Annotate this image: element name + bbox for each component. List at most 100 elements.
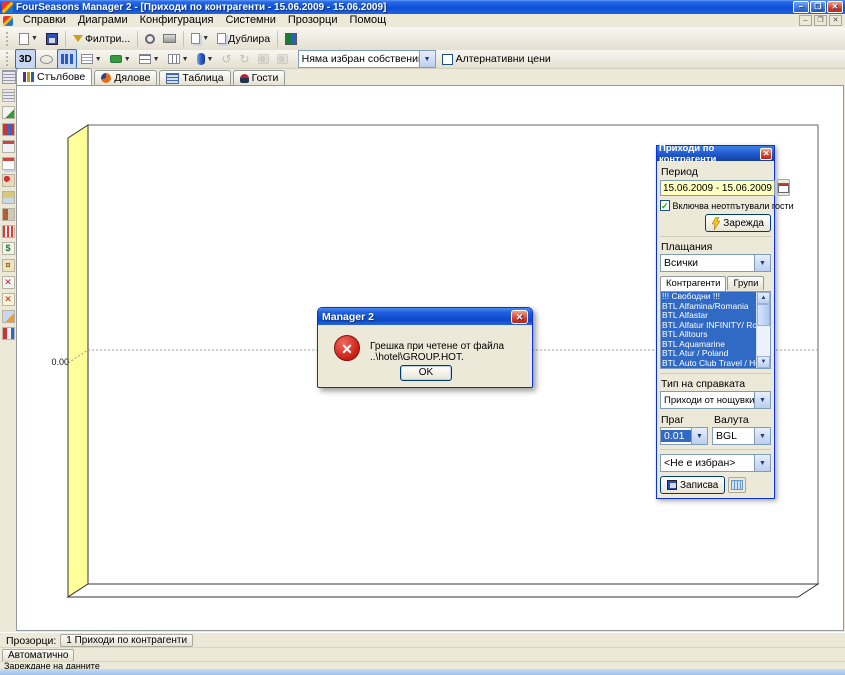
- menu-diagrami[interactable]: Диаграми: [72, 14, 134, 27]
- series-style-button[interactable]: ▼: [193, 49, 218, 69]
- automatic-button[interactable]: Автоматично: [2, 649, 74, 662]
- list-item[interactable]: BTL Alltours: [661, 330, 756, 340]
- 3d-toggle-button[interactable]: 3D: [15, 49, 36, 69]
- menu-sistemni[interactable]: Системни: [219, 14, 281, 27]
- calendar-button[interactable]: [777, 179, 790, 196]
- divider: [660, 373, 771, 374]
- folders-icon[interactable]: [2, 191, 15, 204]
- panel-title: Приходи по контрагенти: [659, 143, 760, 165]
- scrollbar-thumb[interactable]: [757, 304, 770, 326]
- contragents-listbox[interactable]: !!! Свободни !!! BTL Alfamina/Romania BT…: [660, 291, 771, 369]
- include-guests-checkbox[interactable]: ✓: [660, 200, 670, 211]
- tab-guests[interactable]: Гости: [233, 70, 286, 85]
- restore-button[interactable]: ❐: [810, 1, 826, 13]
- currency-combobox[interactable]: BGL ▼: [712, 427, 771, 445]
- depth-forward-button[interactable]: [273, 49, 292, 69]
- guests-icon[interactable]: [2, 174, 15, 187]
- save-icon: [46, 33, 58, 45]
- report-windows-icon[interactable]: [2, 89, 15, 102]
- menu-spravki[interactable]: Справки: [17, 14, 72, 27]
- guest-chart-icon[interactable]: [2, 327, 15, 340]
- calendar-copy-icon[interactable]: [2, 157, 15, 170]
- tab-bars[interactable]: Стълбове: [16, 68, 92, 85]
- export-report-icon[interactable]: [2, 106, 15, 119]
- transfer-icon[interactable]: [2, 310, 15, 323]
- list-item[interactable]: !!! Свободни !!!: [661, 292, 756, 302]
- chart-report-icon[interactable]: [2, 123, 15, 136]
- open-window-button[interactable]: 1 Приходи по контрагенти: [60, 634, 193, 647]
- payments-icon[interactable]: ¤: [2, 259, 15, 272]
- callout-icon: [40, 55, 53, 64]
- tab-table[interactable]: Таблица: [159, 70, 230, 85]
- occupancy-grid-icon[interactable]: [2, 225, 15, 238]
- chart-type-button[interactable]: [57, 49, 77, 69]
- cancel-services-icon[interactable]: ✕: [2, 293, 15, 306]
- export-excel-button[interactable]: [281, 29, 301, 49]
- list-item[interactable]: BTL Alfastar: [661, 311, 756, 321]
- dialog-title-bar[interactable]: Manager 2 ✕: [318, 308, 532, 325]
- load-button[interactable]: Зарежда: [705, 214, 771, 232]
- depth-back-button[interactable]: [254, 49, 273, 69]
- chevron-down-icon: ▼: [754, 455, 770, 471]
- rotate-ccw-button[interactable]: ↺: [217, 49, 235, 69]
- alt-prices-checkbox[interactable]: [442, 54, 453, 65]
- scroll-up-icon[interactable]: ▲: [757, 292, 770, 304]
- owners-combobox[interactable]: Няма избран собственици ▼: [298, 50, 436, 68]
- saved-selection-combobox[interactable]: <Не е избран> ▼: [660, 454, 771, 472]
- hotel-icon[interactable]: [2, 208, 15, 221]
- tab-shares[interactable]: Дялове: [94, 70, 157, 85]
- copy-button[interactable]: ▼: [187, 29, 213, 49]
- filters-button[interactable]: Филтри...: [69, 29, 134, 49]
- list-item[interactable]: BTL Auto Club Travel / Hunga: [661, 359, 756, 369]
- save-button[interactable]: [42, 29, 62, 49]
- menu-pomosht[interactable]: Помощ: [343, 14, 392, 27]
- guest-icon: [240, 74, 249, 83]
- tab-contragents[interactable]: Контрагенти: [660, 276, 726, 291]
- callout-button[interactable]: [36, 49, 57, 69]
- progress-strip: [0, 669, 845, 675]
- mdi-minimize-button[interactable]: –: [799, 15, 812, 26]
- report-type-combobox[interactable]: Приходи от нощувки ▼: [660, 391, 771, 409]
- horizontal-grid-button[interactable]: ▼: [135, 49, 164, 69]
- labels-button[interactable]: ▼: [106, 49, 135, 69]
- save-selection-button[interactable]: Записва: [660, 476, 725, 494]
- calendar-icon[interactable]: [2, 140, 15, 153]
- legend-button[interactable]: ▼: [77, 49, 106, 69]
- scroll-down-icon[interactable]: ▼: [757, 356, 770, 368]
- magnifier-icon: [145, 34, 155, 44]
- dialog-close-button[interactable]: ✕: [511, 310, 528, 324]
- cancel-bookings-icon[interactable]: ✕: [2, 276, 15, 289]
- chevron-down-icon: ▼: [153, 56, 160, 63]
- minimize-button[interactable]: –: [793, 1, 809, 13]
- alt-prices-option[interactable]: Алтернативни цени: [442, 53, 551, 65]
- menu-prozorci[interactable]: Прозорци: [282, 14, 344, 27]
- excel-icon: [285, 33, 297, 45]
- print-preview-button[interactable]: [141, 29, 159, 49]
- tab-groups[interactable]: Групи: [727, 276, 764, 290]
- selection-grid-button[interactable]: [728, 477, 746, 493]
- new-report-button[interactable]: ▼: [15, 29, 42, 49]
- ok-button[interactable]: OK: [400, 365, 452, 381]
- panel-title-bar[interactable]: Приходи по контрагенти ✕: [657, 146, 774, 161]
- print-button[interactable]: [159, 29, 180, 49]
- mdi-close-button[interactable]: ✕: [829, 15, 842, 26]
- mdi-restore-button[interactable]: ❐: [814, 15, 827, 26]
- menu-konfiguracia[interactable]: Конфигурация: [134, 14, 220, 27]
- list-item[interactable]: BTL Atur / Poland: [661, 349, 756, 359]
- panel-close-button[interactable]: ✕: [760, 148, 772, 160]
- chevron-down-icon: ▼: [202, 35, 209, 42]
- include-guests-option[interactable]: ✓ Включва неотпътували гости: [660, 200, 771, 211]
- list-item[interactable]: BTL Alfatur INFINITY/ Romani: [661, 321, 756, 331]
- vertical-grid-button[interactable]: ▼: [164, 49, 193, 69]
- period-field[interactable]: 15.06.2009 - 15.06.2009: [660, 180, 775, 196]
- threshold-combobox[interactable]: 0.01 ▼: [660, 427, 708, 445]
- close-button[interactable]: ✕: [827, 1, 843, 13]
- duplicate-button[interactable]: Дублира: [213, 29, 274, 49]
- revenue-icon[interactable]: $: [2, 242, 15, 255]
- list-item[interactable]: BTL Aquamarine: [661, 340, 756, 350]
- vgrid-icon: [168, 54, 180, 64]
- list-item[interactable]: BTL Alfamina/Romania: [661, 302, 756, 312]
- rotate-cw-button[interactable]: ↻: [236, 49, 254, 69]
- listbox-scrollbar[interactable]: ▲ ▼: [756, 292, 770, 368]
- payments-combobox[interactable]: Всички ▼: [660, 254, 771, 272]
